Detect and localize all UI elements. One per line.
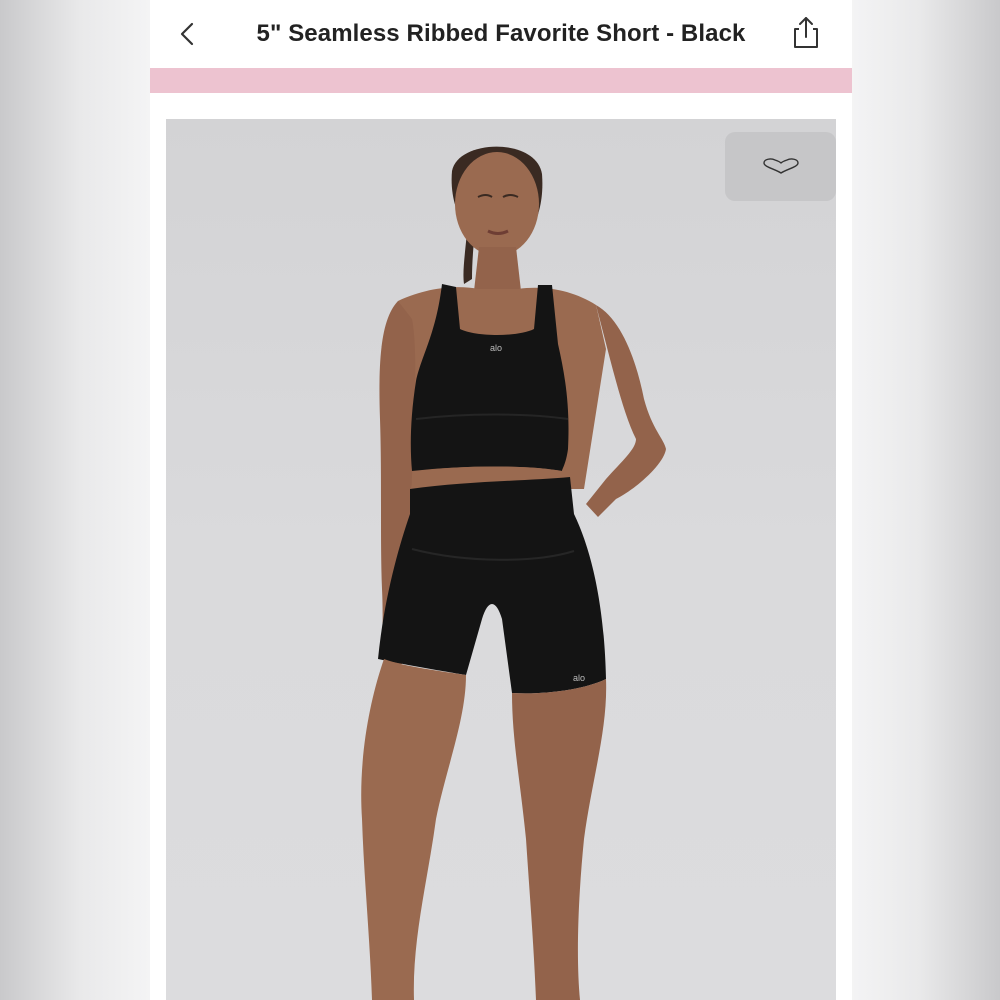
- back-button[interactable]: [172, 18, 204, 50]
- share-button[interactable]: [788, 15, 824, 51]
- chevron-left-icon: [180, 22, 194, 46]
- app-screen: 5" Seamless Ribbed Favorite Short - Blac…: [150, 0, 852, 1000]
- favorite-button[interactable]: [725, 132, 836, 201]
- shorts-logo: alo: [573, 673, 585, 683]
- top-nav-bar: 5" Seamless Ribbed Favorite Short - Blac…: [150, 0, 852, 68]
- share-icon: [794, 17, 818, 48]
- screenshot-frame: 5" Seamless Ribbed Favorite Short - Blac…: [0, 0, 1000, 1000]
- promo-banner-strip: [150, 68, 852, 93]
- product-photo: alo alo: [361, 146, 666, 1000]
- product-image[interactable]: alo alo: [166, 119, 836, 1000]
- heart-icon: [762, 157, 799, 174]
- page-title: 5" Seamless Ribbed Favorite Short - Blac…: [256, 20, 746, 47]
- top-logo: alo: [490, 343, 502, 353]
